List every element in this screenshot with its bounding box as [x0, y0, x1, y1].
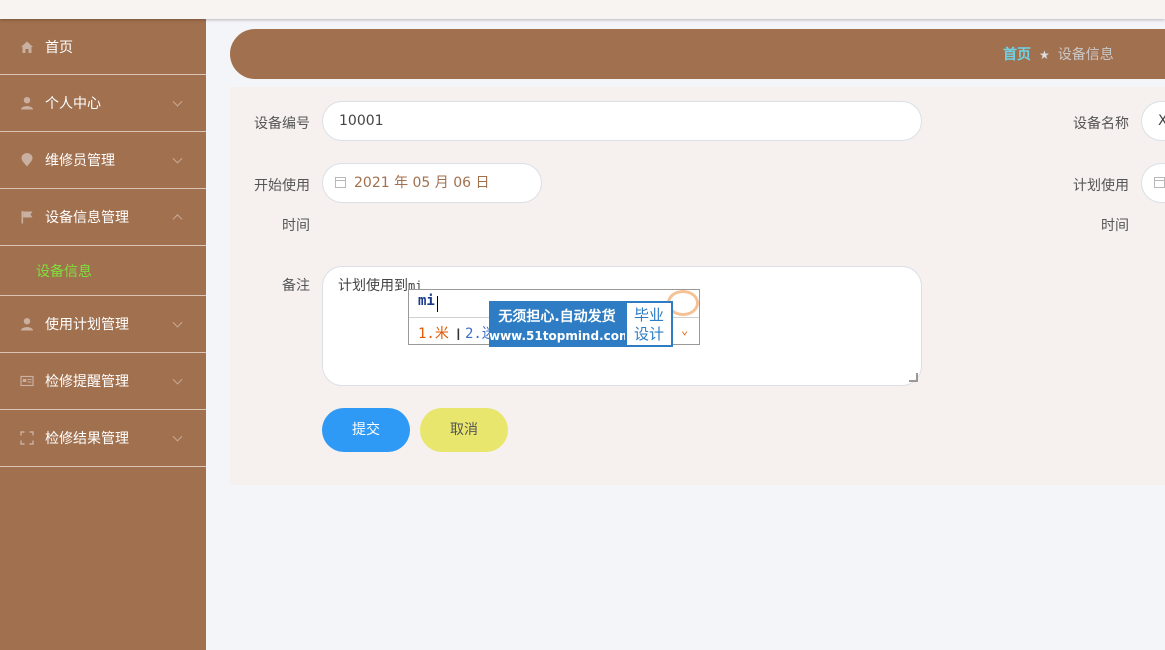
sidebar-item-label: 检修结果管理	[45, 431, 129, 447]
ad-line2: www.51topmind.com	[489, 329, 632, 343]
location-icon	[21, 153, 33, 167]
submit-button[interactable]: 提交	[322, 408, 410, 452]
breadcrumb-home-link[interactable]: 首页	[1003, 47, 1031, 63]
chevron-down-icon	[172, 153, 183, 164]
calendar-icon	[335, 177, 346, 188]
plan-date-label-line2: 时间	[1101, 218, 1129, 234]
breadcrumb: 首页 ★ 设备信息	[1003, 44, 1114, 64]
sidebar-item-device-info-management[interactable]: 设备信息管理	[0, 189, 206, 246]
user-icon	[21, 97, 33, 110]
ime-ad-banner[interactable]: 无须担心.自动发货 www.51topmind.com	[489, 301, 632, 347]
ime-candidate-1[interactable]: 1.米	[418, 323, 449, 343]
sidebar-item-inspection-result-management[interactable]: 检修结果管理	[0, 410, 206, 467]
sidebar-item-home[interactable]: 首页	[0, 19, 206, 75]
sidebar-item-label: 个人中心	[45, 96, 101, 112]
home-icon	[21, 41, 33, 53]
start-date-label-line2: 时间	[282, 218, 310, 234]
ime-caret	[437, 296, 438, 312]
remark-value: 计划使用到	[338, 278, 408, 294]
user-icon	[21, 318, 33, 331]
start-date-label: 开始使用	[254, 178, 310, 194]
calendar-icon	[1154, 177, 1165, 188]
device-name-label: 设备名称	[1073, 116, 1129, 132]
remark-label: 备注	[282, 278, 310, 294]
text-cursor-icon: I	[456, 325, 461, 344]
device-no-input[interactable]: 10001	[322, 101, 922, 141]
ad-line1: 无须担心.自动发货	[498, 309, 616, 325]
breadcrumb-current: 设备信息	[1057, 47, 1114, 63]
star-icon: ★	[1039, 48, 1050, 62]
device-no-value: 10001	[339, 113, 384, 129]
sidebar-item-label: 设备信息管理	[45, 210, 129, 226]
top-bar	[0, 0, 1165, 19]
sidebar: 首页 个人中心 维修员管理 设备信息管理 设备信息 使用计划管理 检修提醒管理 …	[0, 19, 206, 650]
chevron-down-icon	[172, 431, 183, 442]
sidebar-item-label: 检修提醒管理	[45, 374, 129, 390]
sidebar-item-usage-plan-management[interactable]: 使用计划管理	[0, 296, 206, 353]
card-icon	[20, 375, 34, 387]
plan-date-label: 计划使用	[1073, 178, 1129, 194]
cancel-button[interactable]: 取消	[420, 408, 508, 452]
sidebar-item-inspection-reminder-management[interactable]: 检修提醒管理	[0, 353, 206, 410]
resize-handle[interactable]	[909, 373, 918, 382]
sidebar-item-label: 使用计划管理	[45, 317, 129, 333]
device-name-value: X	[1158, 113, 1165, 129]
device-no-label: 设备编号	[254, 116, 310, 132]
ad-side-line2: 设计	[633, 325, 664, 343]
frame-icon	[20, 431, 34, 445]
chevron-down-icon	[172, 96, 183, 107]
sidebar-item-label: 维修员管理	[45, 153, 115, 169]
sidebar-item-repairer-management[interactable]: 维修员管理	[0, 132, 206, 189]
chevron-down-icon[interactable]: ⌄	[681, 323, 688, 337]
ime-composition: mi	[418, 293, 435, 309]
chevron-down-icon	[172, 374, 183, 385]
start-date-value: 2021 年 05 月 06 日	[354, 175, 490, 191]
sidebar-subitem-device-info[interactable]: 设备信息	[0, 246, 206, 296]
ime-ad-side-box[interactable]: 毕业 设计	[625, 301, 673, 347]
sidebar-subitem-label: 设备信息	[36, 263, 92, 280]
ad-side-line1: 毕业	[633, 306, 664, 324]
chevron-down-icon	[172, 317, 183, 328]
chevron-up-icon	[172, 214, 183, 225]
sidebar-item-personal-center[interactable]: 个人中心	[0, 75, 206, 132]
sidebar-item-label: 首页	[45, 39, 73, 56]
flag-icon	[21, 211, 33, 224]
start-date-picker[interactable]: 2021 年 05 月 06 日	[322, 163, 542, 203]
